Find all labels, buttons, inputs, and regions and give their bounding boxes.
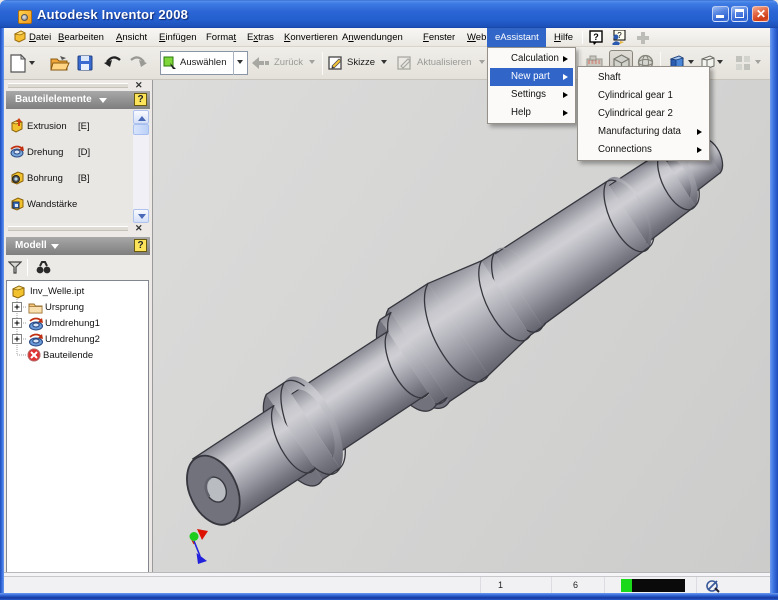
svg-text:?: ? [617, 31, 622, 40]
svg-text:?: ? [593, 32, 599, 42]
